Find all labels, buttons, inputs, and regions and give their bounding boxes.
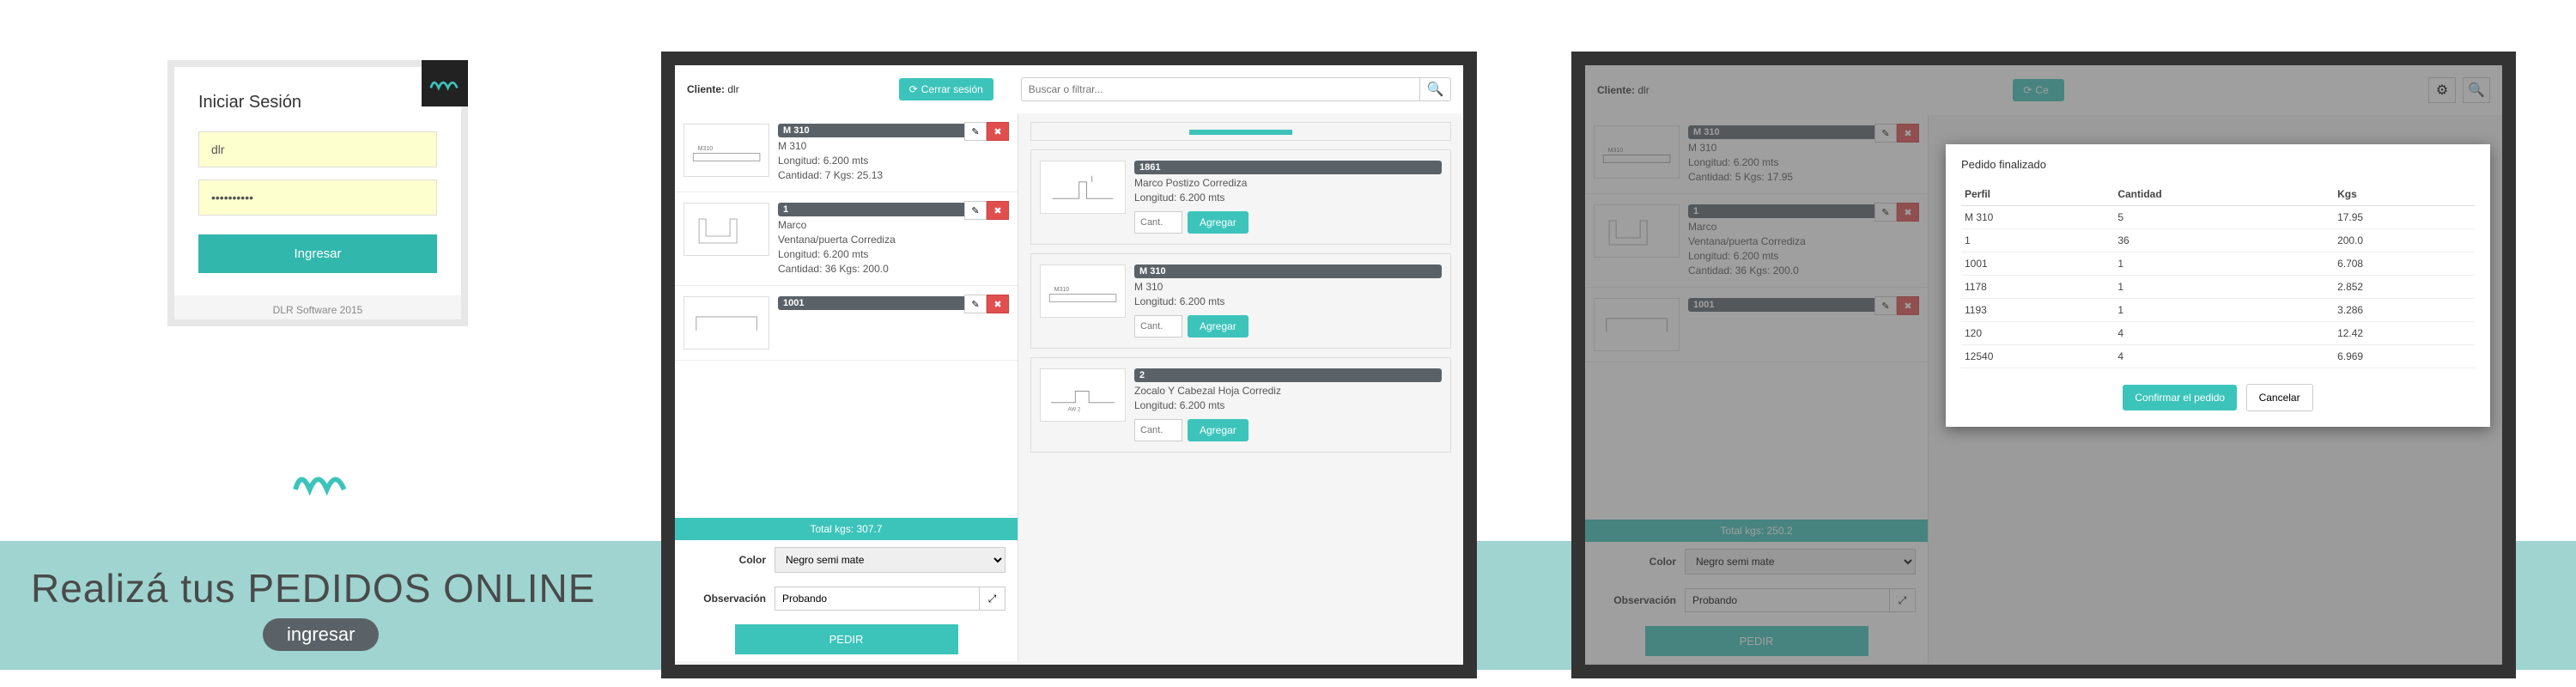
qty-input[interactable] [1134,211,1182,234]
delete-button[interactable]: ✖ [987,295,1009,313]
refresh-icon: ⟳ [909,83,918,95]
brand-logo [422,60,468,106]
th-cant: Cantidad [2114,183,2334,206]
obs-input[interactable] [775,587,980,611]
profile-name: M 310 [778,140,1009,152]
edit-button[interactable]: ✎ [964,295,987,313]
table-row: M 310517.95 [1961,206,2475,229]
profile-badge: M 310 [1134,264,1442,278]
order-item: 1 Marco Ventana/puerta Corrediza Longitu… [675,192,1018,286]
search-icon: 🔍 [1427,81,1444,98]
color-select[interactable]: Negro semi mate [775,547,1005,573]
expand-icon: ⤢ [988,593,997,605]
table-row: 120412.42 [1961,322,2475,345]
svg-text:AW 2: AW 2 [1067,407,1080,413]
profile-length: Longitud: 6.200 mts [778,248,1009,260]
order-list: M310 M 310 M 310 Longitud: 6.200 mts Can… [675,113,1018,518]
profile-length: Longitud: 6.200 mts [1134,399,1442,411]
order-item: M310 M 310 M 310 Longitud: 6.200 mts Can… [675,113,1018,192]
qty-input[interactable] [1134,315,1182,337]
profile-length: Longitud: 6.200 mts [778,155,1009,167]
login-footer: DLR Software 2015 [174,295,461,319]
summary-table: Perfil Cantidad Kgs M 310517.95136200.01… [1961,183,2475,368]
profile-thumb: M310 [683,124,769,177]
profile-length: Longitud: 6.200 mts [1134,295,1442,307]
profile-thumb [683,296,769,350]
profile-length: Longitud: 6.200 mts [1134,192,1442,204]
profile-thumb: AW 2 [1040,368,1126,422]
pencil-icon: ✎ [971,126,979,137]
trash-icon: ✖ [993,205,1001,216]
svg-text:M310: M310 [1054,287,1069,293]
obs-label: Observación [687,593,766,605]
delete-button[interactable]: ✖ [987,201,1009,220]
brand-logo-small [292,464,350,502]
login-button[interactable]: Ingresar [198,234,437,273]
profile-name: Marco Postizo Corrediza [1134,177,1442,189]
password-field[interactable] [198,179,437,216]
search-input[interactable] [1021,77,1420,101]
modal-title: Pedido finalizado [1961,158,2475,171]
hero-headline: Realizá tus PEDIDOS ONLINE [31,565,595,611]
profile-qty: Cantidad: 7 Kgs: 25.13 [778,169,1009,181]
order-screen: Cliente: dlr ⟳Cerrar sesión 🔍 M310 M 310… [661,52,1477,678]
profile-badge: 2 [1134,368,1442,382]
logout-button[interactable]: ⟳Cerrar sesión [899,78,993,100]
add-button[interactable]: Agregar [1188,315,1249,337]
profile-qty: Cantidad: 36 Kgs: 200.0 [778,263,1009,275]
client-label: Cliente: dlr [687,83,739,95]
table-row: 100116.708 [1961,252,2475,276]
color-label: Color [687,554,766,566]
table-row: 136200.0 [1961,229,2475,252]
edit-button[interactable]: ✎ [964,201,987,220]
th-kgs: Kgs [2334,183,2475,206]
profile-thumb [1040,161,1126,214]
pencil-icon: ✎ [971,205,979,216]
table-row: 1254046.969 [1961,345,2475,368]
profile-name: Zocalo Y Cabezal Hoja Corrediz [1134,385,1442,397]
username-field[interactable] [198,131,437,167]
profile-badge: 1861 [1134,161,1442,174]
catalog-item: AW 2 2 Zocalo Y Cabezal Hoja Corrediz Lo… [1030,357,1451,453]
table-row: 119313.286 [1961,299,2475,322]
submit-order-button[interactable]: PEDIR [735,624,958,654]
expand-button[interactable]: ⤢ [980,587,1005,611]
catalog-item: M310 M 310 M 310 Longitud: 6.200 mts Agr… [1030,253,1451,349]
profile-name: Marco [778,219,1009,231]
total-bar: Total kgs: 307.7 [675,518,1018,540]
hero-cta[interactable]: ingresar [263,618,379,651]
profile-sub: Ventana/puerta Corrediza [778,234,1009,246]
confirm-screen: Cliente: dlr ⟳Ce ⚙ 🔍 M310 M 310 M 310 Lo… [1571,52,2516,678]
confirm-button[interactable]: Confirmar el pedido [2123,385,2237,410]
edit-button[interactable]: ✎ [964,122,987,141]
profile-thumb: M310 [1040,264,1126,318]
catalog-item: 1861 Marco Postizo Corrediza Longitud: 6… [1030,149,1451,245]
login-title: Iniciar Sesión [198,93,437,112]
login-card: Iniciar Sesión Ingresar DLR Software 201… [167,60,468,326]
order-item: 1001 ✎✖ [675,286,1018,361]
cancel-button[interactable]: Cancelar [2246,384,2313,411]
svg-text:M310: M310 [697,146,713,152]
topbar: Cliente: dlr ⟳Cerrar sesión 🔍 [675,65,1463,113]
search-button[interactable]: 🔍 [1420,77,1451,101]
pencil-icon: ✎ [971,299,979,310]
profile-thumb [683,203,769,256]
trash-icon: ✖ [993,299,1001,310]
delete-button[interactable]: ✖ [987,122,1009,141]
table-row: 117812.852 [1961,276,2475,299]
qty-input[interactable] [1134,419,1182,441]
add-button[interactable]: Agregar [1188,419,1249,441]
th-perfil: Perfil [1961,183,2114,206]
confirm-modal: Pedido finalizado Perfil Cantidad Kgs M … [1946,144,2490,427]
add-button[interactable]: Agregar [1188,211,1249,234]
trash-icon: ✖ [993,126,1001,137]
profile-name: M 310 [1134,281,1442,293]
